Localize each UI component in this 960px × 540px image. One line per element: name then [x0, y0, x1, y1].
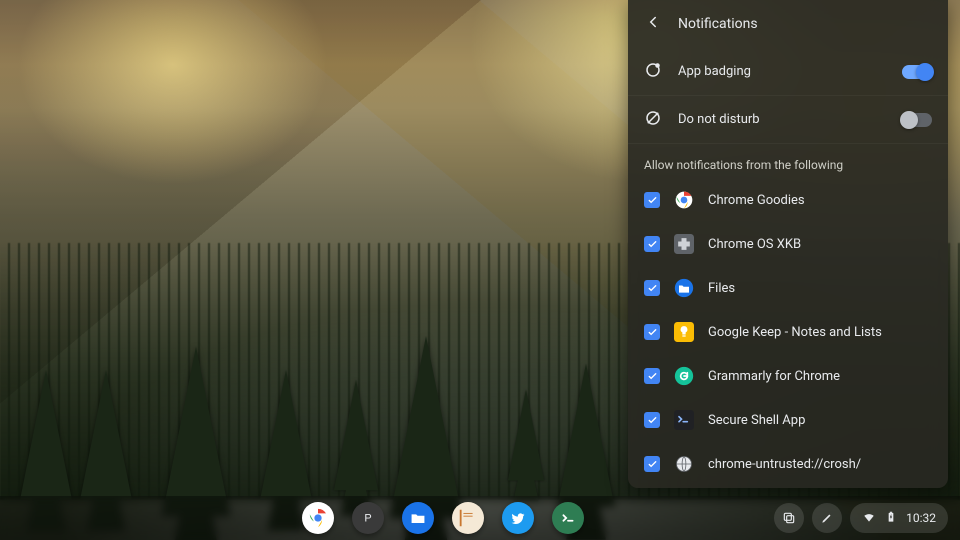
app-permission-name: Grammarly for Chrome — [708, 369, 840, 384]
keep-icon — [674, 322, 694, 342]
allowed-apps-list: Chrome Goodies Chrome OS XKB Files Google K… — [628, 178, 948, 488]
tray-stylus-button[interactable] — [812, 503, 842, 533]
app-permission-name: Secure Shell App — [708, 413, 805, 428]
app-permission-row[interactable]: Chrome Goodies — [628, 178, 948, 222]
app-badging-toggle[interactable] — [902, 65, 932, 79]
app-permission-checkbox[interactable] — [644, 456, 660, 472]
app-permission-checkbox[interactable] — [644, 412, 660, 428]
app-permission-name: Chrome OS XKB — [708, 237, 801, 252]
wallpaper-tree — [508, 390, 544, 481]
app-permission-row[interactable]: chrome-untrusted://crosh/ — [628, 442, 948, 486]
wallpaper-tree — [80, 370, 132, 500]
shelf-app-files[interactable] — [402, 502, 434, 534]
wallpaper-tree — [390, 336, 463, 518]
puzzle-icon — [674, 234, 694, 254]
back-button[interactable] — [644, 13, 662, 35]
panel-title: Notifications — [678, 16, 758, 32]
notifications-panel: Notifications App badging Do not disturb… — [628, 0, 948, 488]
grammarly-icon — [674, 366, 694, 386]
shelf-app-chrome[interactable] — [302, 502, 334, 534]
battery-icon — [884, 510, 898, 527]
shelf-app-twitter[interactable] — [502, 502, 534, 534]
badge-icon — [644, 61, 662, 83]
app-permission-row[interactable]: Google Keep - Notes and Lists — [628, 310, 948, 354]
allow-notifications-label: Allow notifications from the following — [628, 144, 948, 178]
wallpaper-tree — [260, 370, 312, 500]
clock: 10:32 — [906, 511, 936, 525]
chrome-icon — [674, 190, 694, 210]
app-permission-name: Files — [708, 281, 735, 296]
terminal-dark-icon — [674, 410, 694, 430]
app-permission-checkbox[interactable] — [644, 192, 660, 208]
wifi-icon — [862, 510, 876, 527]
app-permission-name: Chrome Goodies — [708, 193, 805, 208]
app-badging-label: App badging — [678, 64, 886, 79]
app-permission-name: Google Keep - Notes and Lists — [708, 325, 882, 340]
app-permission-row[interactable]: Grammarly for Chrome — [628, 354, 948, 398]
shelf-app-terminal[interactable] — [552, 502, 584, 534]
wallpaper-tree — [334, 380, 378, 491]
wallpaper-tree — [20, 370, 72, 500]
wallpaper-tree — [162, 347, 230, 516]
dnd-toggle[interactable] — [902, 113, 932, 127]
wallpaper-tree — [557, 364, 614, 507]
svg-text:P: P — [364, 513, 371, 525]
status-tray[interactable]: 10:32 — [850, 503, 948, 533]
app-permission-checkbox[interactable] — [644, 324, 660, 340]
dnd-icon — [644, 109, 662, 131]
app-permission-row[interactable]: Secure Shell App — [628, 398, 948, 442]
dnd-row[interactable]: Do not disturb — [628, 96, 948, 144]
dnd-label: Do not disturb — [678, 112, 886, 127]
globe-icon — [674, 454, 694, 474]
app-permission-checkbox[interactable] — [644, 280, 660, 296]
app-badging-row[interactable]: App badging — [628, 48, 948, 96]
app-permission-checkbox[interactable] — [644, 368, 660, 384]
shelf-app-p-app[interactable]: P — [352, 502, 384, 534]
app-permission-name: chrome-untrusted://crosh/ — [708, 457, 861, 472]
app-permission-row[interactable]: Chrome OS XKB — [628, 222, 948, 266]
app-permission-checkbox[interactable] — [644, 236, 660, 252]
shelf-apps: P — [302, 502, 584, 534]
app-permission-row[interactable]: Files — [628, 266, 948, 310]
shelf: P 10:32 — [0, 496, 960, 540]
tray-overview-button[interactable] — [774, 503, 804, 533]
folder-icon — [674, 278, 694, 298]
shelf-app-notes[interactable] — [452, 502, 484, 534]
